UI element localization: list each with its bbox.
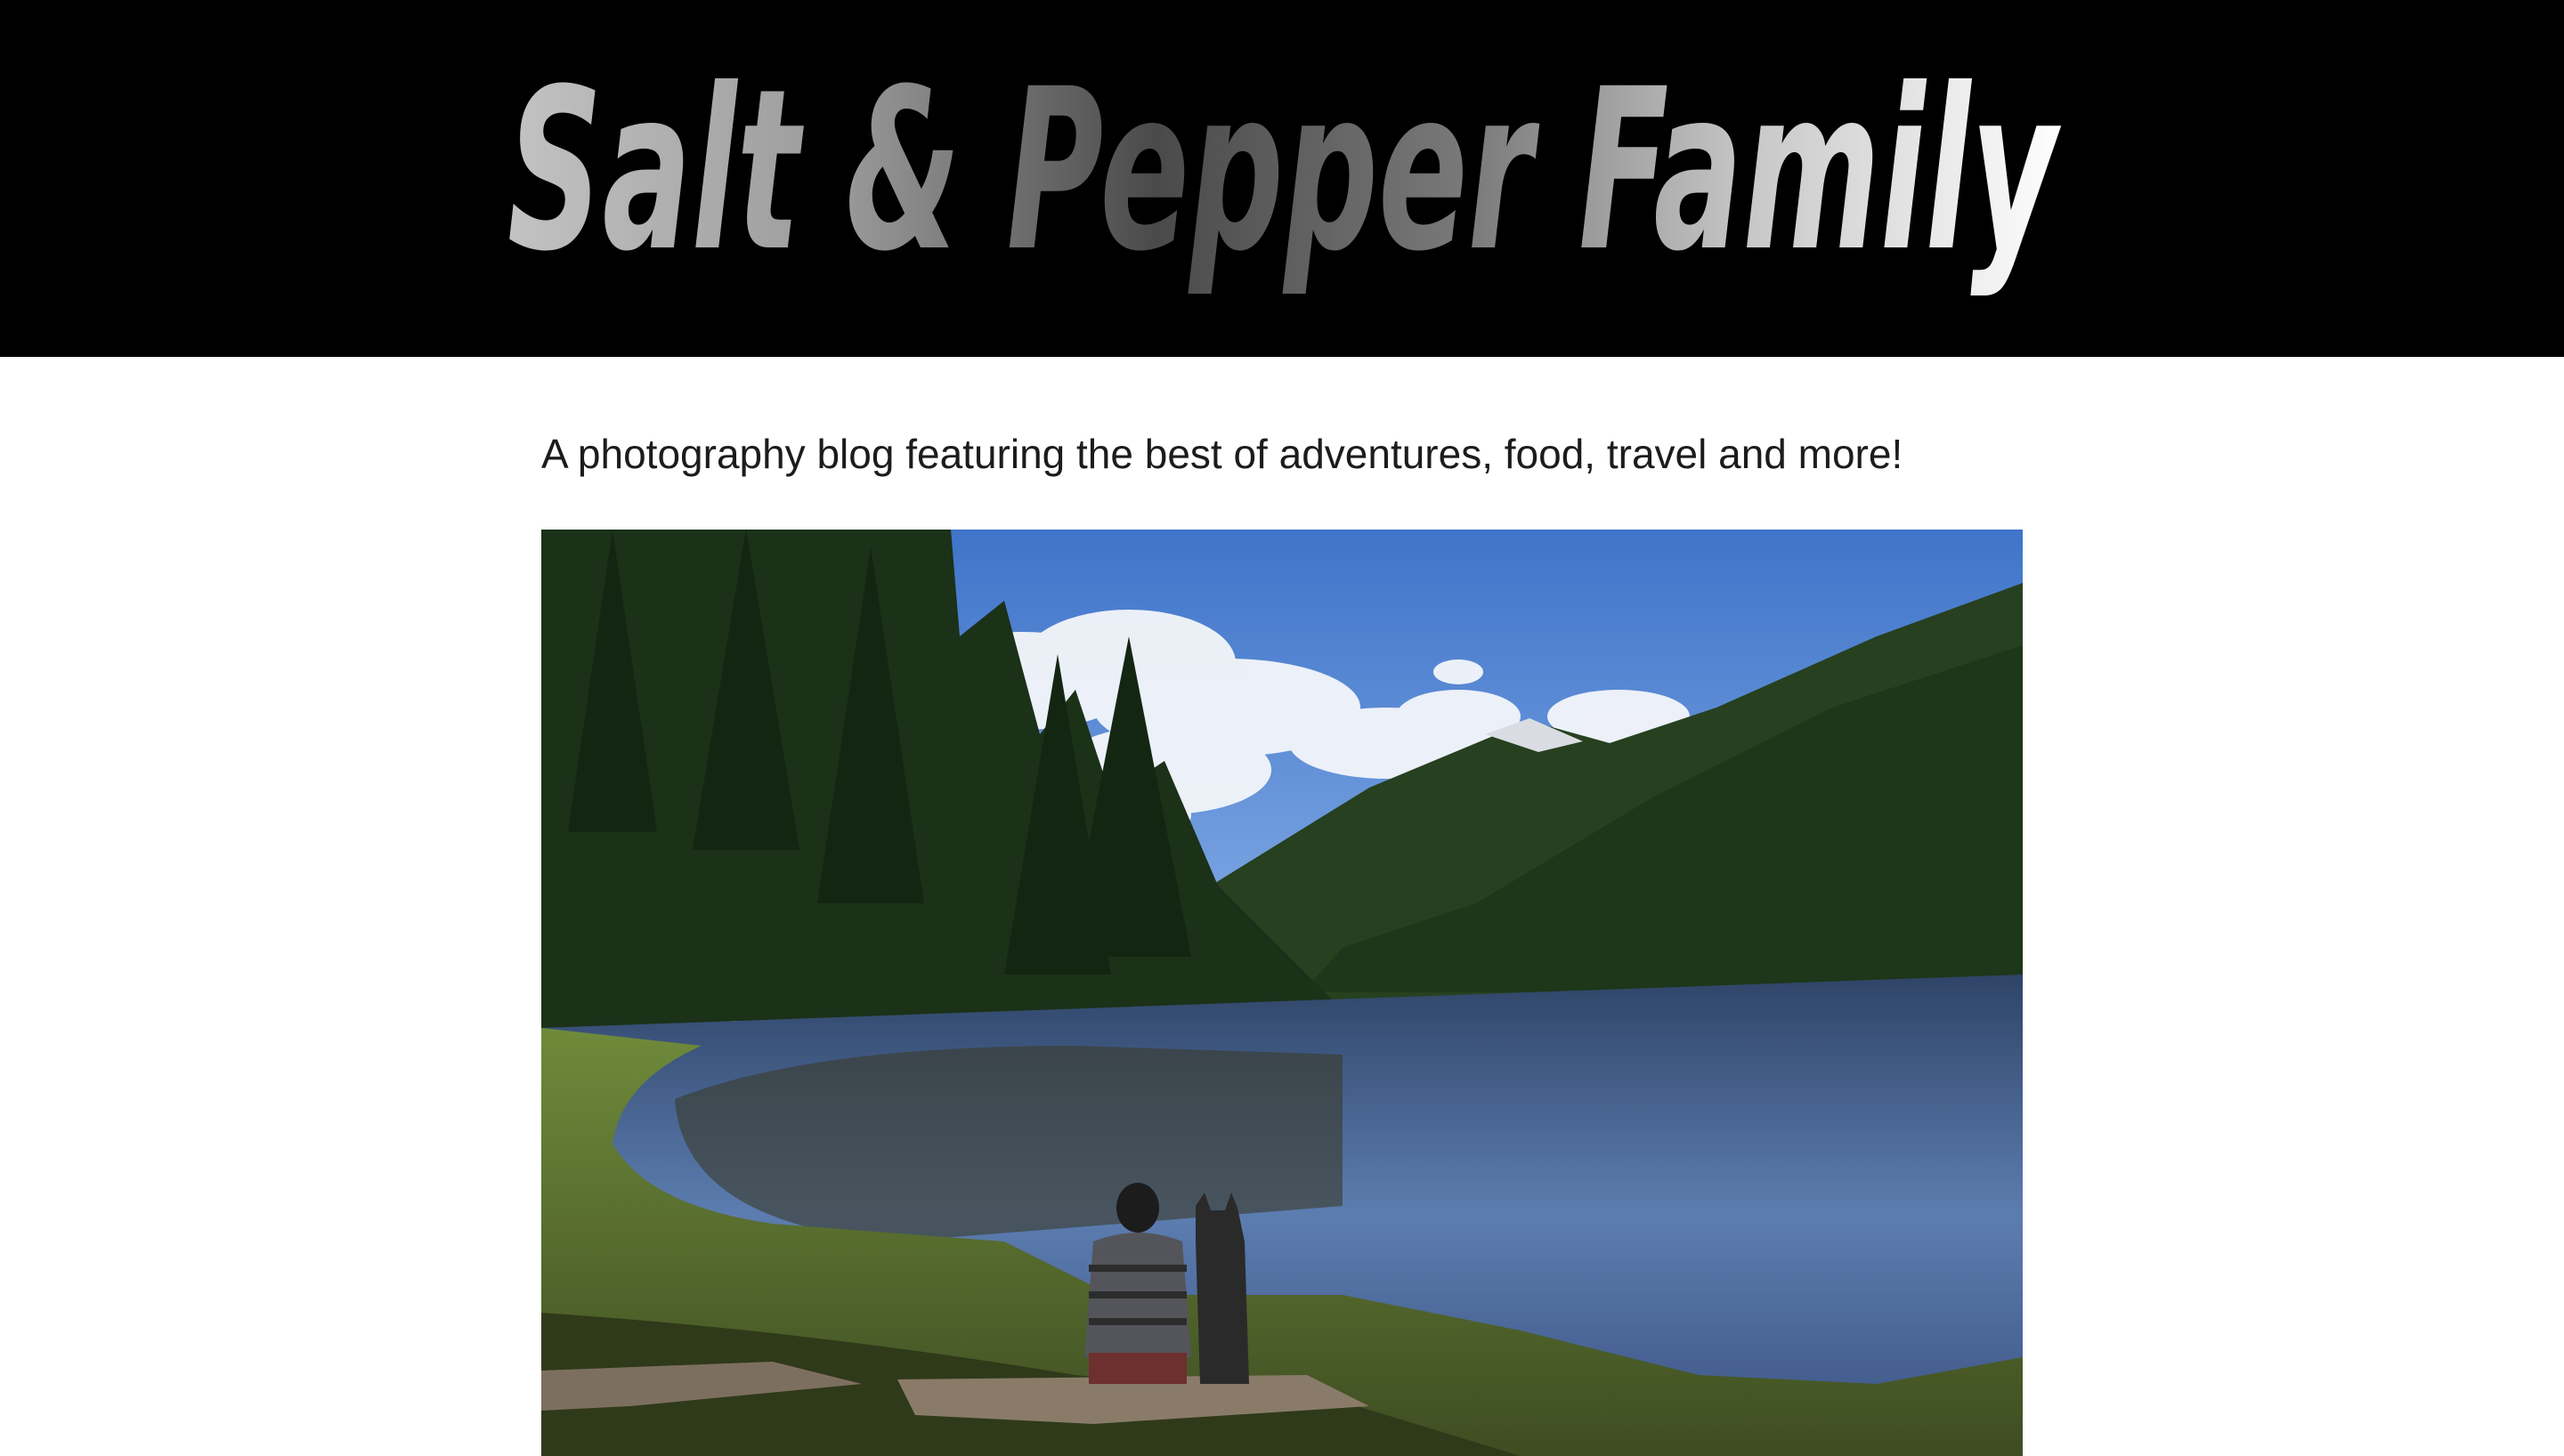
logo-text: Salt & Pepper Family	[507, 41, 2061, 300]
site-logo[interactable]: Salt & Pepper Family	[0, 0, 2564, 357]
photo-icon	[541, 530, 2023, 1456]
hero-image[interactable]	[541, 530, 2023, 1456]
site-header: Salt & Pepper Family	[0, 0, 2564, 357]
tagline: A photography blog featuring the best of…	[541, 431, 1903, 477]
